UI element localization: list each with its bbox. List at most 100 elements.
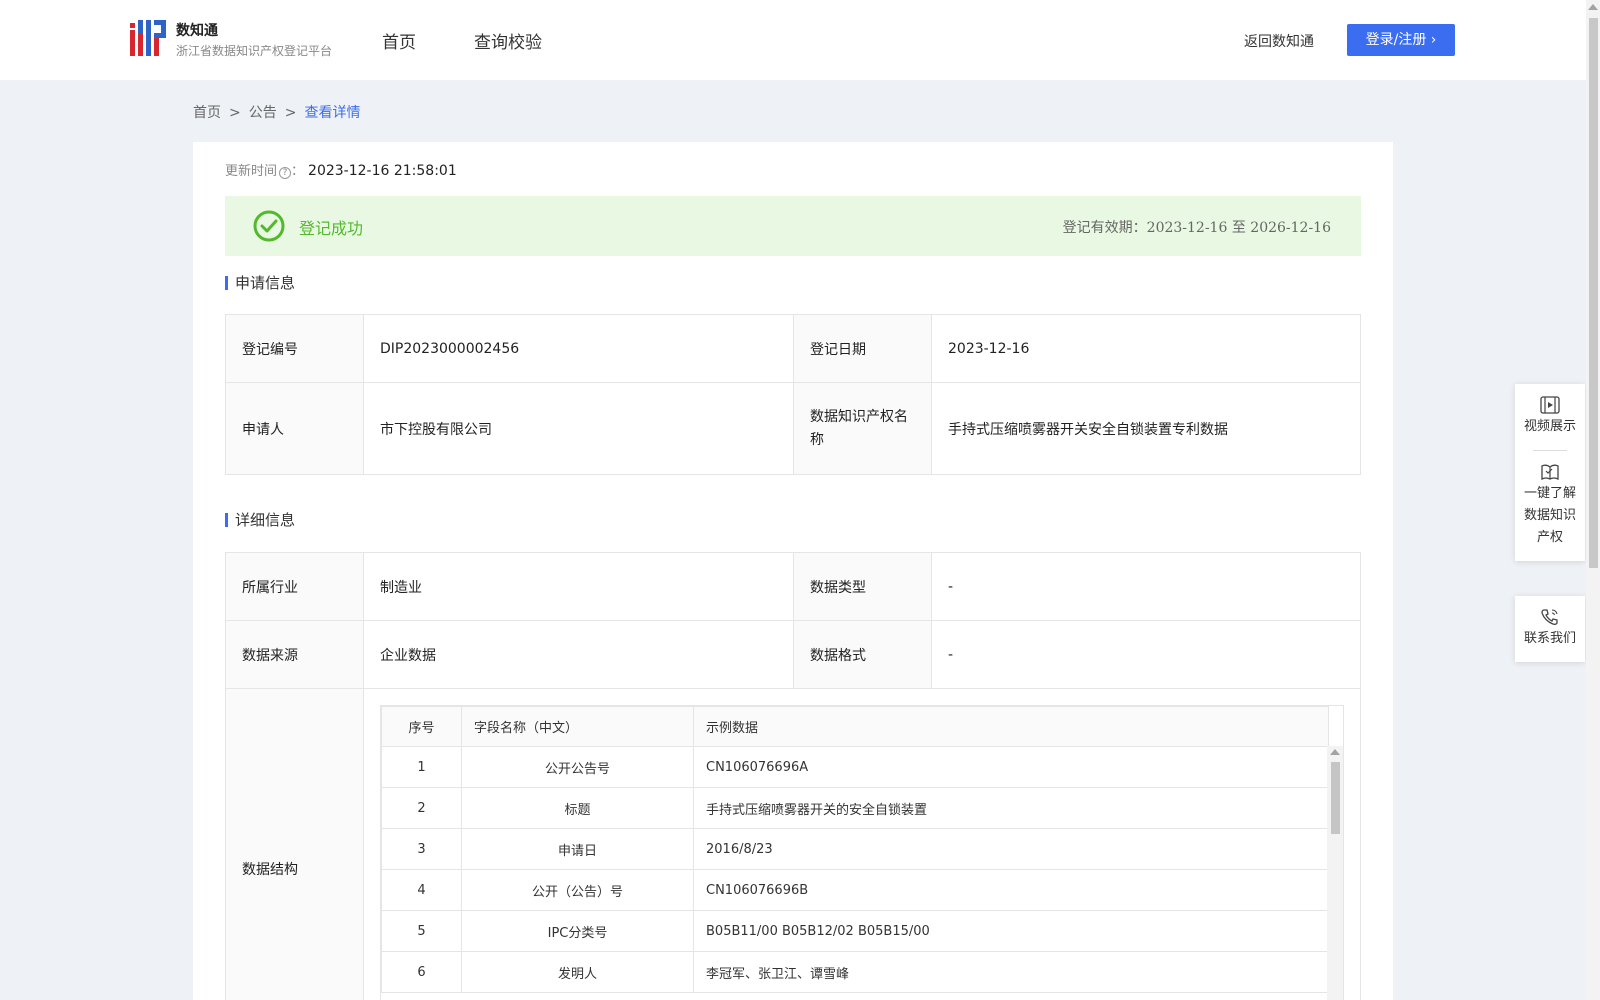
- field-label: 申请人: [225, 382, 364, 475]
- update-time-colon: ：: [291, 164, 305, 179]
- help-icon[interactable]: ?: [279, 167, 292, 179]
- sample-data: CN106076696A: [693, 746, 1329, 788]
- sample-data: CN106076696B: [693, 869, 1329, 911]
- table-row: 3 申请日 2016/8/23: [381, 828, 1329, 870]
- scrollbar-thumb[interactable]: [1589, 18, 1598, 568]
- video-showcase-button[interactable]: 视频展示: [1515, 384, 1585, 450]
- nav-query-verify[interactable]: 查询校验: [474, 28, 542, 53]
- breadcrumb-announcement[interactable]: 公告: [249, 105, 277, 121]
- field-name: 公开公告号: [461, 746, 694, 788]
- field-label: 数据来源: [225, 620, 364, 689]
- validity-to: 2026-12-16: [1250, 220, 1331, 236]
- section-title-detail-info: 详细信息: [225, 509, 295, 530]
- breadcrumb: 首页 > 公告 > 查看详情: [193, 102, 366, 122]
- field-value: -: [931, 552, 1361, 621]
- brand-subtitle: 浙江省数据知识产权登记平台: [176, 44, 333, 58]
- validity-period: 登记有效期：2023-12-16 至 2026-12-16: [1063, 217, 1331, 237]
- data-structure-scroll-area[interactable]: 序号 字段名称（中文） 示例数据 1 公开公告号 CN106076696A 2 …: [380, 705, 1344, 1000]
- sample-data: 手持式压缩喷雾器开关的安全自锁装置: [693, 787, 1329, 829]
- detail-card: 更新时间?： 2023-12-16 21:58:01 登记成功 登记有效期：202…: [193, 142, 1393, 1000]
- table-row: 1 公开公告号 CN106076696A: [381, 746, 1329, 788]
- login-register-label: 登录/注册: [1365, 32, 1427, 48]
- breadcrumb-separator: >: [284, 105, 297, 121]
- column-header: 字段名称（中文）: [461, 706, 694, 747]
- floating-side-panel: 视频展示 一键了解数据知识产权: [1515, 384, 1585, 561]
- validity-from: 2023-12-16: [1146, 220, 1228, 236]
- validity-label: 登记有效期：: [1062, 220, 1147, 236]
- table-header-row: 序号 字段名称（中文） 示例数据: [381, 706, 1329, 747]
- table-row: 5 IPC分类号 B05B11/00 B05B12/02 B05B15/00: [381, 910, 1329, 952]
- row-number: 3: [381, 828, 462, 870]
- field-value: 制造业: [363, 552, 794, 621]
- registration-status-banner: 登记成功 登记有效期：2023-12-16 至 2026-12-16: [225, 196, 1361, 256]
- field-label: 数据格式: [793, 620, 932, 689]
- column-header: 示例数据: [693, 706, 1329, 747]
- video-showcase-label: 视频展示: [1523, 419, 1576, 434]
- update-time-value: 2023-12-16 21:58:01: [308, 163, 457, 179]
- row-number: 6: [381, 951, 462, 993]
- contact-panel: 联系我们: [1515, 596, 1585, 662]
- scrollbar-thumb[interactable]: [1331, 762, 1340, 834]
- back-to-shuzhitong-link[interactable]: 返回数知通: [1244, 31, 1314, 51]
- field-value: DIP2023000002456: [363, 314, 794, 383]
- row-number: 4: [381, 869, 462, 911]
- section-title-apply-info: 申请信息: [225, 272, 295, 293]
- field-label: 数据知识产权名称: [793, 382, 932, 475]
- nav-home[interactable]: 首页: [382, 28, 416, 53]
- logo-icon: [130, 20, 166, 56]
- scroll-up-arrow-icon[interactable]: [1588, 4, 1598, 10]
- detail-info-table: 所属行业 制造业 数据类型 - 数据来源 企业数据 数据格式 - 数据结构 序号…: [225, 552, 1361, 1000]
- table-row: 数据来源 企业数据 数据格式 -: [225, 620, 1361, 689]
- field-name: 申请日: [461, 828, 694, 870]
- breadcrumb-home[interactable]: 首页: [193, 105, 221, 121]
- page-scrollbar[interactable]: [1586, 0, 1600, 1000]
- field-label: 数据类型: [793, 552, 932, 621]
- chevron-right-icon: ›: [1430, 32, 1437, 48]
- table-row: 登记编号 DIP2023000002456 登记日期 2023-12-16: [225, 314, 1361, 383]
- data-structure-cell: 序号 字段名称（中文） 示例数据 1 公开公告号 CN106076696A 2 …: [363, 688, 1361, 1000]
- login-register-button[interactable]: 登录/注册 ›: [1347, 24, 1455, 56]
- learn-data-ip-button[interactable]: 一键了解数据知识产权: [1515, 451, 1585, 561]
- field-value: 企业数据: [363, 620, 794, 689]
- row-number: 2: [381, 787, 462, 829]
- table-row: 申请人 市下控股有限公司 数据知识产权名称 手持式压缩喷雾器开关安全自锁装置专利…: [225, 382, 1361, 475]
- contact-us-label: 联系我们: [1523, 631, 1576, 646]
- table-scrollbar[interactable]: [1327, 746, 1343, 1000]
- column-header: 序号: [381, 706, 462, 747]
- update-time-row: 更新时间?： 2023-12-16 21:58:01: [225, 160, 457, 179]
- check-circle-icon: [253, 210, 285, 242]
- sample-data: 李冠军、张卫江、谭雪峰: [693, 951, 1329, 993]
- field-value: -: [931, 620, 1361, 689]
- table-row: 6 发明人 李冠军、张卫江、谭雪峰: [381, 951, 1329, 993]
- field-label: 登记编号: [225, 314, 364, 383]
- field-name: 标题: [461, 787, 694, 829]
- status-text: 登记成功: [299, 219, 364, 238]
- breadcrumb-current: 查看详情: [304, 105, 361, 121]
- field-name: 公开（公告）号: [461, 869, 694, 911]
- breadcrumb-separator: >: [229, 105, 241, 121]
- top-navbar: 数知通 浙江省数据知识产权登记平台 首页 查询校验 返回数知通 登录/注册 ›: [0, 0, 1586, 80]
- field-value: 市下控股有限公司: [363, 382, 794, 475]
- field-label: 登记日期: [793, 314, 932, 383]
- table-row: 4 公开（公告）号 CN106076696B: [381, 869, 1329, 911]
- apply-info-table: 登记编号 DIP2023000002456 登记日期 2023-12-16 申请…: [225, 314, 1361, 475]
- data-structure-table: 序号 字段名称（中文） 示例数据 1 公开公告号 CN106076696A 2 …: [381, 706, 1329, 993]
- field-label: 所属行业: [225, 552, 364, 621]
- phone-icon: [1541, 609, 1558, 625]
- table-row: 2 标题 手持式压缩喷雾器开关的安全自锁装置: [381, 787, 1329, 829]
- field-value: 手持式压缩喷雾器开关安全自锁装置专利数据: [931, 382, 1361, 475]
- learn-data-ip-label: 一键了解数据知识产权: [1523, 486, 1576, 545]
- row-number: 5: [381, 910, 462, 952]
- update-time-label: 更新时间: [225, 164, 278, 179]
- scroll-up-arrow-icon[interactable]: [1330, 749, 1340, 755]
- book-icon: [1541, 464, 1559, 481]
- field-name: IPC分类号: [461, 910, 694, 952]
- field-name: 发明人: [461, 951, 694, 993]
- sample-data: 2016/8/23: [693, 828, 1329, 870]
- sample-data: B05B11/00 B05B12/02 B05B15/00: [693, 910, 1329, 952]
- table-row: 数据结构 序号 字段名称（中文） 示例数据 1 公开公告号 CN10607669…: [225, 688, 1361, 1000]
- field-label: 数据结构: [225, 688, 364, 1000]
- contact-us-button[interactable]: 联系我们: [1515, 596, 1585, 662]
- brand-name: 数知通: [176, 23, 218, 39]
- validity-to-word: 至: [1231, 220, 1246, 236]
